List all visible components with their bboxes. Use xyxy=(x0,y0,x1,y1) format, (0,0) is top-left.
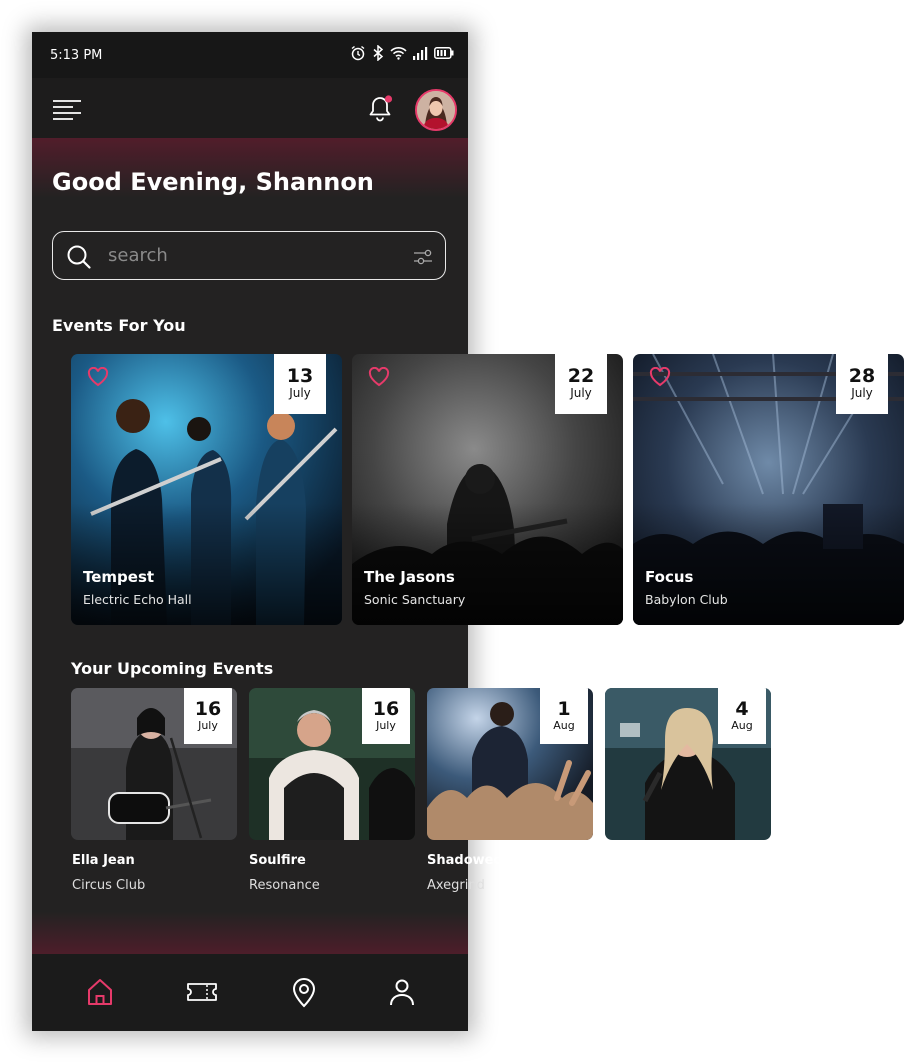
event-card[interactable]: 28 July Focus Babylon Club xyxy=(633,354,904,625)
date-day: 1 xyxy=(557,698,571,720)
avatar[interactable] xyxy=(415,89,457,131)
date-day: 22 xyxy=(567,365,595,387)
upcoming-event-venue: Axegrind xyxy=(427,878,485,893)
date-month: July xyxy=(289,386,311,400)
signal-icon xyxy=(413,46,428,60)
date-month: July xyxy=(376,719,396,732)
date-day: 4 xyxy=(735,698,749,720)
bluetooth-icon xyxy=(373,45,384,61)
status-icons xyxy=(350,45,454,61)
upcoming-event-card[interactable]: 4 Aug xyxy=(605,688,771,840)
alarm-icon xyxy=(351,45,365,61)
favorite-heart-icon[interactable] xyxy=(87,367,109,387)
ticket-icon[interactable] xyxy=(186,976,218,1008)
upcoming-event-title: Shadowed xyxy=(427,853,503,868)
event-venue: Sonic Sanctuary xyxy=(364,592,466,607)
profile-icon[interactable] xyxy=(386,976,418,1008)
date-day: 28 xyxy=(848,365,876,387)
upcoming-event-venue: Circus Club xyxy=(72,878,146,893)
favorite-heart-icon[interactable] xyxy=(368,367,390,387)
bottom-nav xyxy=(32,954,468,1031)
map-pin-icon[interactable] xyxy=(288,976,320,1008)
menu-icon[interactable] xyxy=(52,100,82,120)
app-bar xyxy=(32,78,468,138)
events-for-you-heading: Events For You xyxy=(52,316,186,335)
date-badge: 13 July xyxy=(274,354,326,414)
upcoming-event-title: Ella Jean xyxy=(72,853,135,868)
date-day: 16 xyxy=(372,698,400,720)
upcoming-event-card[interactable]: 16 July xyxy=(249,688,415,840)
upcoming-event-venue: Resonance xyxy=(249,878,320,893)
status-time: 5:13 PM xyxy=(50,48,103,63)
search-icon xyxy=(67,245,91,269)
event-title: Tempest xyxy=(83,568,155,586)
event-venue: Electric Echo Hall xyxy=(83,592,192,607)
footer-glow xyxy=(32,912,468,954)
date-month: July xyxy=(570,386,592,400)
date-badge: 4 Aug xyxy=(718,688,766,744)
bell-icon[interactable] xyxy=(368,94,394,122)
home-icon[interactable] xyxy=(84,976,116,1008)
date-badge: 1 Aug xyxy=(540,688,588,744)
date-badge: 22 July xyxy=(555,354,607,414)
upcoming-event-card[interactable]: 16 July xyxy=(71,688,237,840)
date-month: Aug xyxy=(553,719,575,732)
date-month: July xyxy=(851,386,873,400)
status-bar: 5:13 PM xyxy=(32,32,468,78)
date-day: 16 xyxy=(194,698,222,720)
avatar-image xyxy=(417,91,455,129)
event-card[interactable]: 13 July Tempest Electric Echo Hall xyxy=(71,354,342,625)
date-badge: 16 July xyxy=(362,688,410,744)
search-bar[interactable]: search xyxy=(52,231,446,280)
event-title: Focus xyxy=(645,568,694,586)
favorite-heart-icon[interactable] xyxy=(649,367,671,387)
upcoming-events-heading: Your Upcoming Events xyxy=(71,659,274,678)
filter-icon[interactable] xyxy=(413,247,433,267)
battery-icon xyxy=(434,47,454,59)
upcoming-event-title: Soulfire xyxy=(249,853,306,868)
notification-dot xyxy=(384,95,393,103)
date-badge: 16 July xyxy=(184,688,232,744)
date-day: 13 xyxy=(286,365,314,387)
date-month: Aug xyxy=(731,719,753,732)
date-month: July xyxy=(198,719,218,732)
date-badge: 28 July xyxy=(836,354,888,414)
upcoming-event-card[interactable]: 1 Aug xyxy=(427,688,593,840)
event-title: The Jasons xyxy=(364,568,455,586)
greeting: Good Evening, Shannon xyxy=(52,168,374,196)
wifi-icon xyxy=(390,47,407,60)
event-venue: Babylon Club xyxy=(645,592,728,607)
search-input[interactable]: search xyxy=(108,245,168,266)
event-card[interactable]: 22 July The Jasons Sonic Sanctuary xyxy=(352,354,623,625)
